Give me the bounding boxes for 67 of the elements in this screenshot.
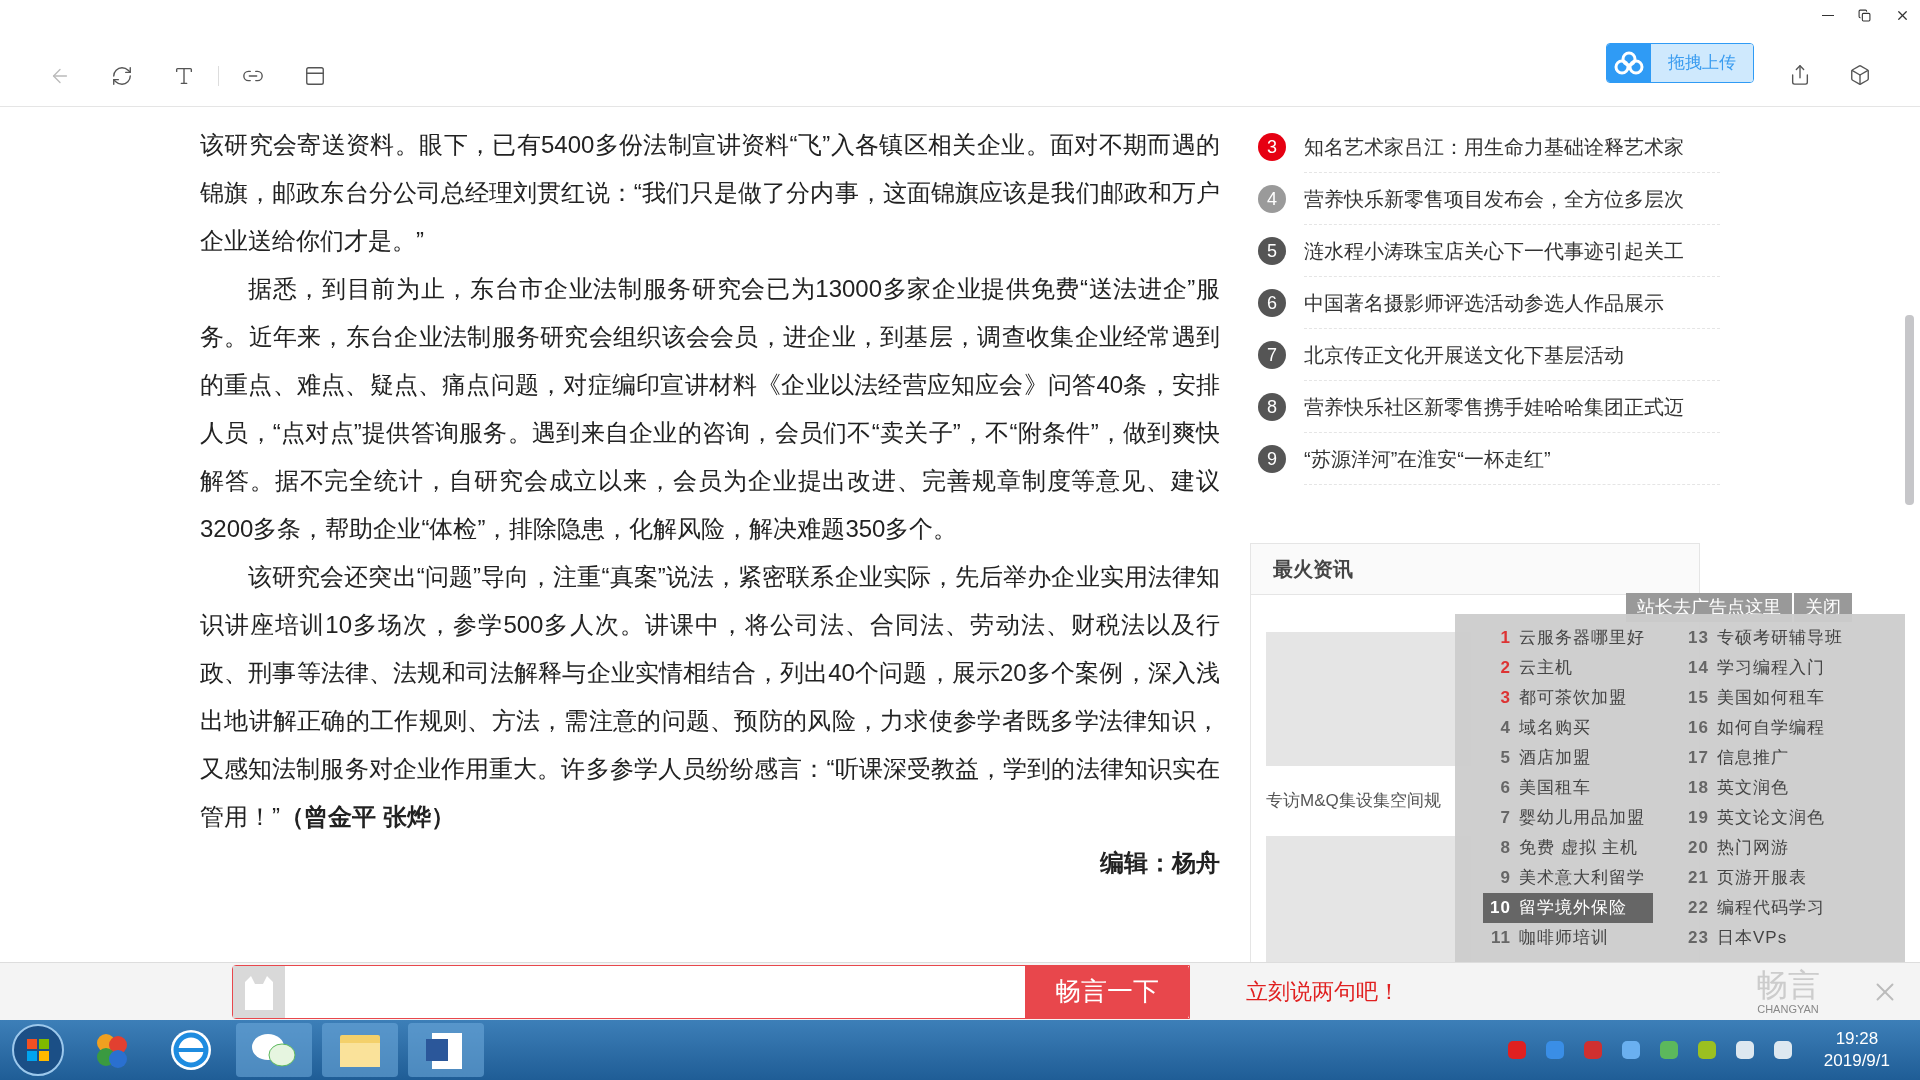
- minimize-icon: [1822, 15, 1834, 16]
- tray-icon[interactable]: [1619, 1039, 1642, 1061]
- editor-credit: 编辑：杨舟: [1100, 848, 1220, 878]
- ad-link[interactable]: 11 咖啡师培训: [1483, 923, 1653, 953]
- ad-link[interactable]: 15 美国如何租车: [1681, 683, 1851, 713]
- ad-link[interactable]: 19 英文论文润色: [1681, 803, 1851, 833]
- cube-icon: [1849, 64, 1871, 86]
- share-icon: [1789, 64, 1811, 86]
- rank-badge: 7: [1258, 341, 1286, 369]
- rank-badge: 3: [1258, 133, 1286, 161]
- letter-icon: [173, 65, 195, 87]
- news-caption: 专访M&Q集设集空间规: [1266, 790, 1441, 813]
- start-button[interactable]: [10, 1022, 66, 1078]
- close-icon: [1895, 8, 1910, 23]
- ad-link[interactable]: 5 酒店加盟: [1483, 743, 1653, 773]
- ad-link[interactable]: 13 专硕考研辅导班: [1681, 623, 1851, 653]
- ad-link[interactable]: 6 美国租车: [1483, 773, 1653, 803]
- ad-link[interactable]: 9 美术意大利留学: [1483, 863, 1653, 893]
- rank-badge: 4: [1258, 185, 1286, 213]
- close-button[interactable]: [1895, 8, 1910, 23]
- ad-link[interactable]: 22 编程代码学习: [1681, 893, 1851, 923]
- news-link[interactable]: 营养快乐社区新零售携手娃哈哈集团正式迈: [1304, 381, 1720, 433]
- scrollbar-thumb[interactable]: [1905, 315, 1914, 505]
- news-link[interactable]: 北京传正文化开展送文化下基层活动: [1304, 329, 1720, 381]
- folder-icon[interactable]: [322, 1023, 398, 1077]
- section-title: 最火资讯: [1273, 557, 1353, 582]
- ad-link[interactable]: 8 免费 虚拟 主机: [1483, 833, 1653, 863]
- ad-link[interactable]: 2 云主机: [1483, 653, 1653, 683]
- rank-badge: 6: [1258, 289, 1286, 317]
- comment-prompt[interactable]: 立刻说两句吧！: [1246, 975, 1400, 1008]
- clock-date: 2019/9/1: [1823, 1050, 1890, 1072]
- news-link[interactable]: “苏源洋河”在淮安“一杯走红”: [1304, 433, 1720, 485]
- ad-link[interactable]: 3 都可茶饮加盟: [1483, 683, 1653, 713]
- article-paragraph: 该研究会还突出“问题”导向，注重“真案”说法，紧密联系企业实际，先后举办企业实用法律知识讲座培训10多场次，参学500多人次。讲课中，将公司法、合同法、劳动法、财税法以及行政、刑事等法律、法规和司法解释与企业实情相结合，列出40个问题，展示20多个案例，深入浅出地讲解正确的工作规则、方法，需注意的问题、预防的风险，力求使参学者既多学法律知识，又感知法制服务对企业作用重大。许多参学人员纷纷感言：“听课深受教益，学到的法律知识实在管用！”（曾金平 张烨）: [200, 562, 1220, 832]
- ad-link[interactable]: 23 日本VPs: [1681, 923, 1851, 953]
- clock-time: 19:28: [1835, 1028, 1879, 1050]
- rank-badge: 9: [1258, 445, 1286, 473]
- cloud-icon: [1614, 51, 1644, 75]
- article-paragraph: 据悉，到目前为止，东台市企业法制服务研究会已为13000多家企业提供免费“送法进企”服务。近年来，东台企业法制服务研究会组织该会会员，进企业，到基层，调查收集企业经常遇到的重点、难点、疑点、痛点问题，对症编印宣讲材料《企业以法经营应知应会》问答40条，安排人员，“点对点”提供答询服务。遇到来自企业的咨询，会员们不“卖关子”，不“附条件”，做到爽快解答。据不完全统计，自研究会成立以来，会员为企业提出改进、完善规章制度等意见、建议3200多条，帮助企业“体检”，排除隐患，化解风险，解决难题350多个。: [200, 274, 1220, 544]
- brand-subtitle: CHANGYAN: [1757, 1001, 1819, 1016]
- refresh-icon: [111, 65, 133, 87]
- tray-icon[interactable]: [1771, 1039, 1794, 1061]
- news-link[interactable]: 涟水程小涛珠宝店关心下一代事迹引起关工: [1304, 225, 1720, 277]
- ad-link[interactable]: 18 英文润色: [1681, 773, 1851, 803]
- news-link[interactable]: 知名艺术家吕江：用生命力基础诠释艺术家: [1304, 121, 1720, 173]
- chat-icon[interactable]: [236, 1023, 312, 1077]
- tray-icon[interactable]: [1733, 1039, 1756, 1061]
- tray-icon[interactable]: [1695, 1039, 1718, 1061]
- news-link[interactable]: 营养快乐新零售项目发布会，全方位多层次: [1304, 173, 1720, 225]
- ad-link[interactable]: 14 学习编程入门: [1681, 653, 1851, 683]
- ad-link[interactable]: 16 如何自学编程: [1681, 713, 1851, 743]
- tray-icon[interactable]: [1657, 1039, 1680, 1061]
- restore-icon: [1858, 9, 1871, 22]
- news-link[interactable]: 中国著名摄影师评选活动参选人作品展示: [1304, 277, 1720, 329]
- ad-link[interactable]: 10 留学境外保险: [1483, 893, 1653, 923]
- ad-link[interactable]: 1 云服务器哪里好: [1483, 623, 1653, 653]
- rank-badge: 8: [1258, 393, 1286, 421]
- ad-link[interactable]: 21 页游开服表: [1681, 863, 1851, 893]
- ad-link[interactable]: 7 婴幼儿用品加盟: [1483, 803, 1653, 833]
- window-icon: [304, 65, 326, 87]
- restore-button[interactable]: [1858, 8, 1871, 23]
- article-paragraph: 该研究会寄送资料。眼下，已有5400多份法制宣讲资料“飞”入各镇区相关企业。面对不期而遇的锦旗，邮政东台分公司总经理刘贯红说：“我们只是做了分内事，这面锦旗应该是我们邮政和万户企业送给你们才是。”: [200, 130, 1220, 256]
- document-icon[interactable]: [408, 1023, 484, 1077]
- ad-link[interactable]: 4 域名购买: [1483, 713, 1653, 743]
- ad-link[interactable]: 17 信息推广: [1681, 743, 1851, 773]
- ad-link[interactable]: 20 热门网游: [1681, 833, 1851, 863]
- rank-badge: 5: [1258, 237, 1286, 265]
